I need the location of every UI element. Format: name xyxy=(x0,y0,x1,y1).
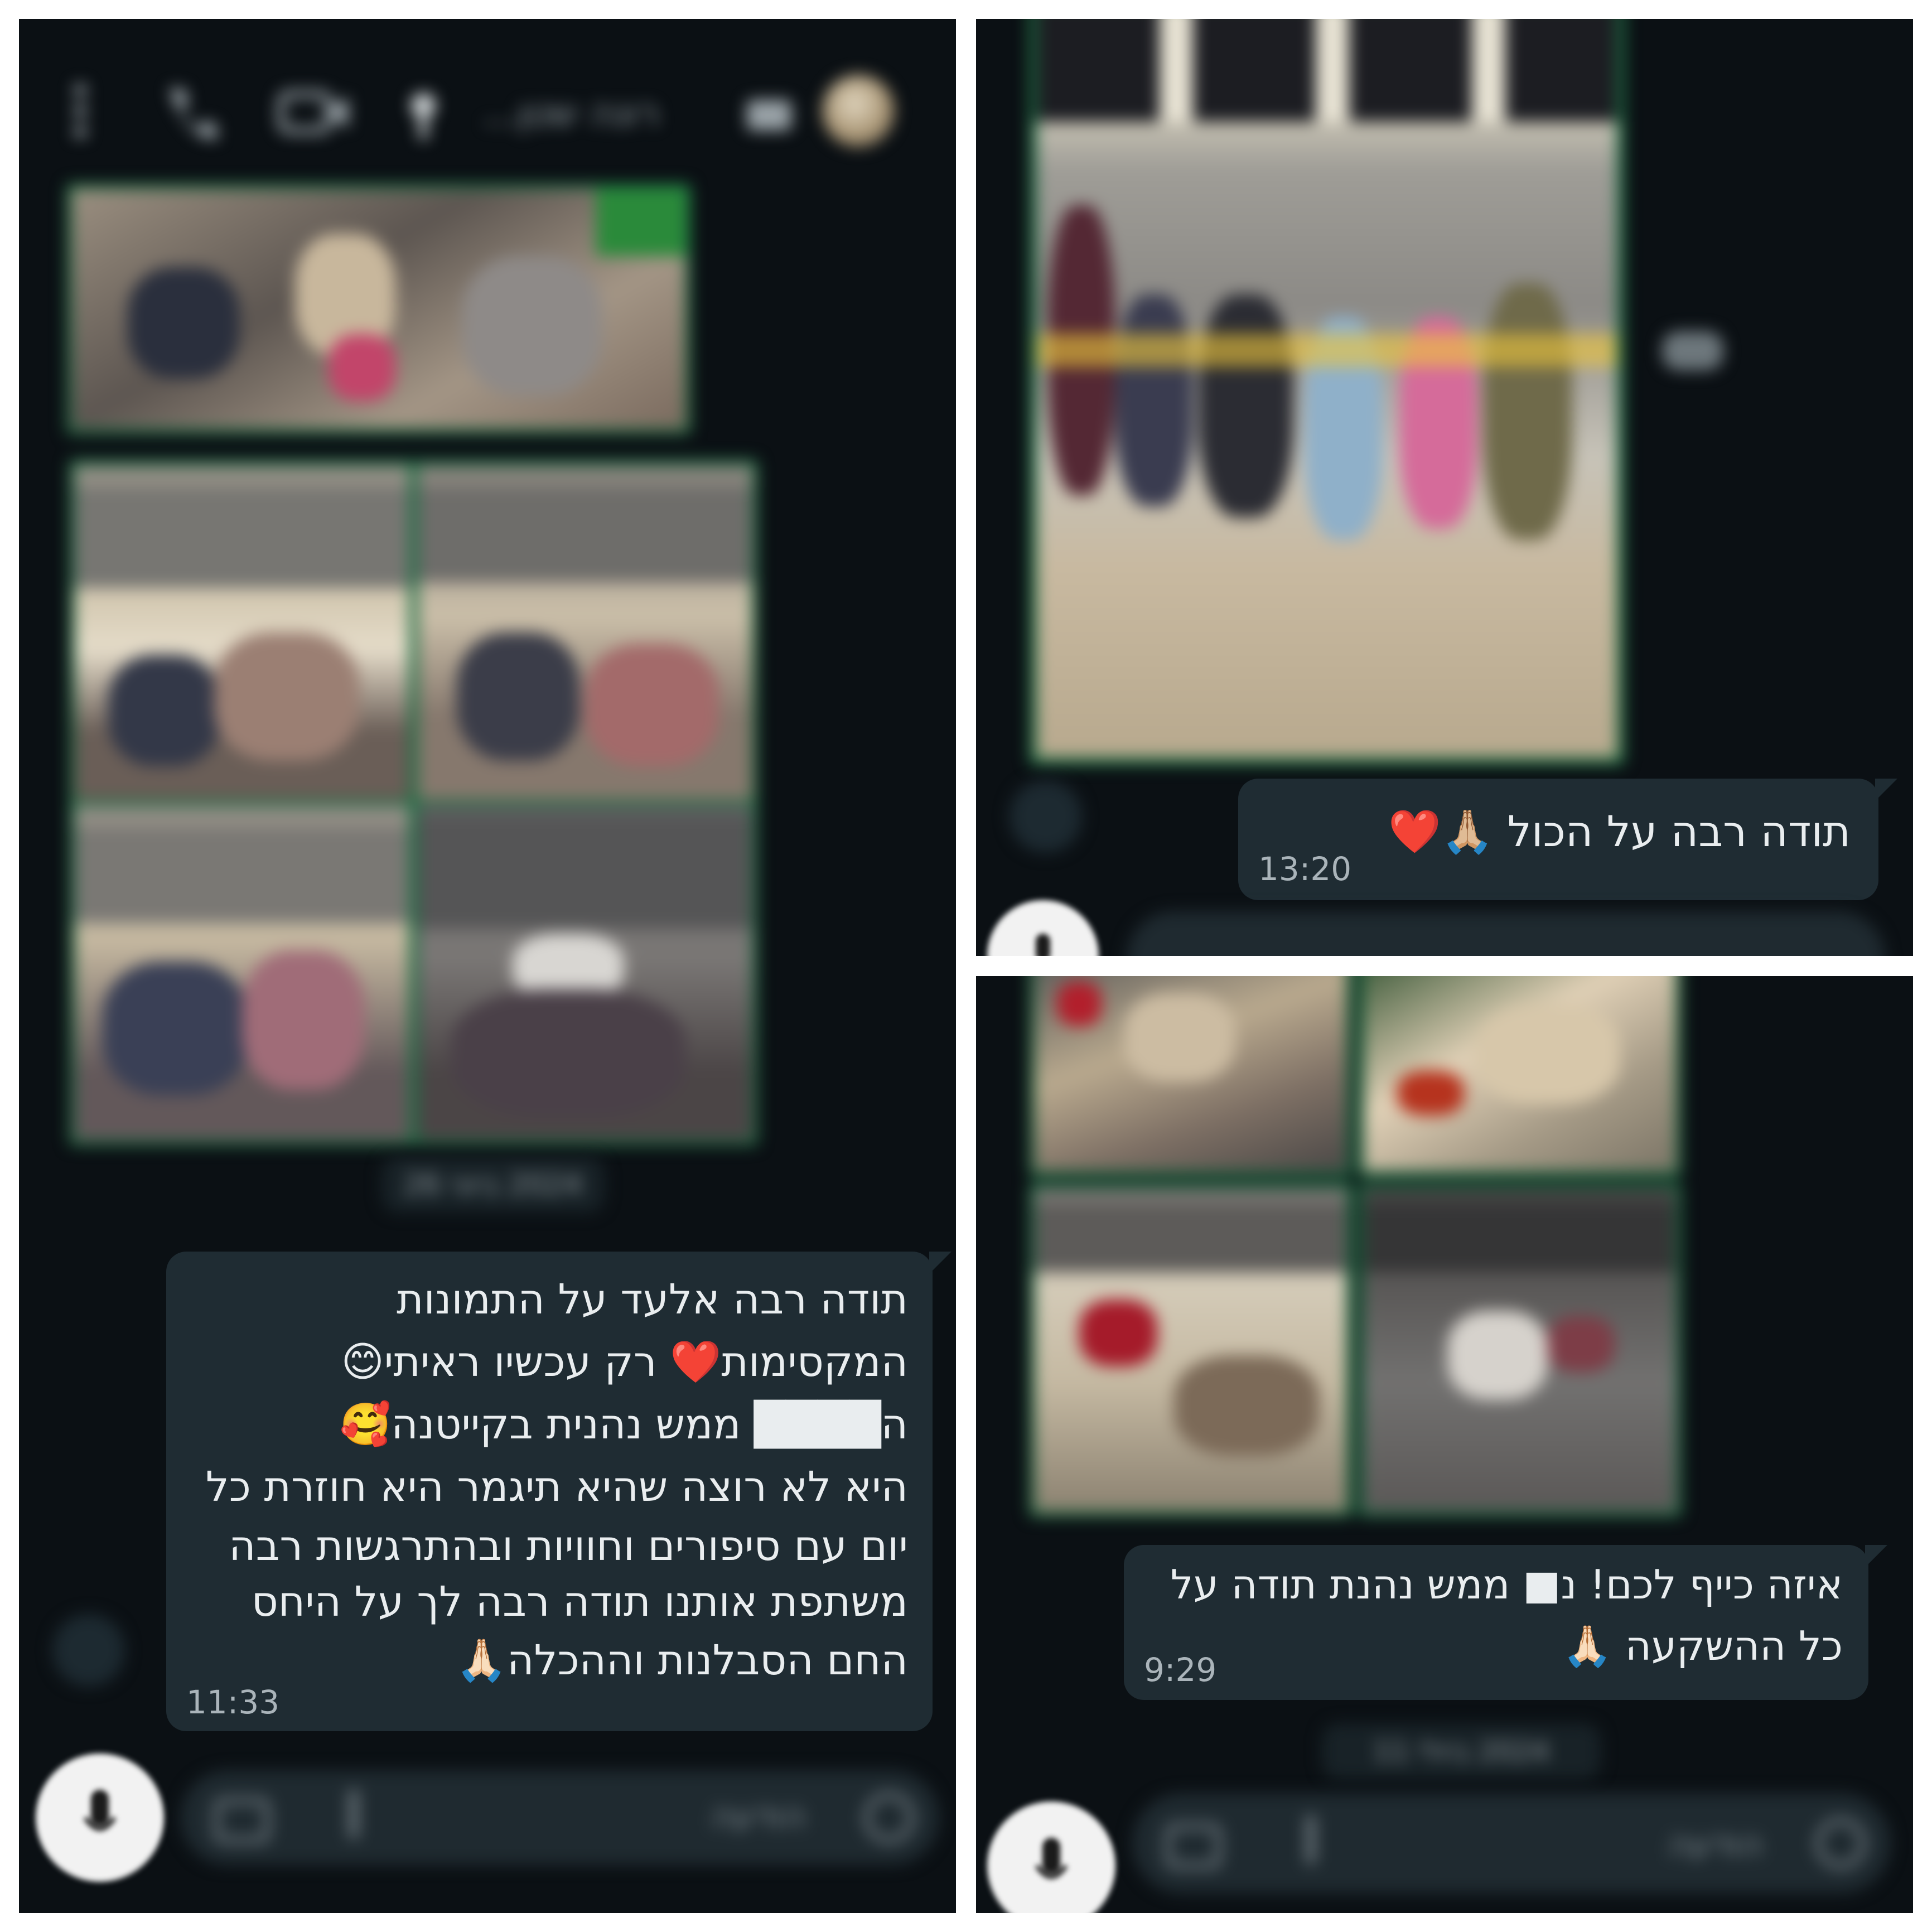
avatar[interactable] xyxy=(822,75,895,147)
message-time: 11:33 xyxy=(186,1683,280,1721)
message-bubble: איזה כייף לכם! נ■ ממש נהנת תודה על כל הה… xyxy=(1124,1545,1887,1700)
shared-photo[interactable] xyxy=(1358,976,1682,1177)
message-line: יום עם סיפורים וחוויות ובהתרגשות רבה xyxy=(229,1522,908,1570)
phone-icon[interactable] xyxy=(158,80,220,142)
message-line: המקסימות❤️ רק עכשיו ראיתי😊 xyxy=(341,1338,908,1386)
message-line: איזה כייף לכם! נ■ ממש נהנת תודה על xyxy=(1170,1561,1843,1608)
shared-photo[interactable] xyxy=(69,800,415,1146)
chat-header: רונה שטן... xyxy=(19,69,956,147)
video-call-icon[interactable] xyxy=(276,80,354,142)
message-input[interactable] xyxy=(1127,911,1885,956)
chat-icon xyxy=(747,100,791,131)
shared-photo[interactable] xyxy=(69,460,415,805)
camera-icon[interactable] xyxy=(214,1793,270,1843)
mic-button[interactable] xyxy=(987,1801,1115,1913)
input-placeholder: הודעה xyxy=(711,1795,806,1836)
shared-photo[interactable] xyxy=(66,183,691,434)
message-line: כל ההשקעה 🙏🏻 xyxy=(1562,1622,1843,1669)
message-line: היא לא רוצה שהיא תיגמר היא חוזרת כל xyxy=(205,1463,908,1511)
message-line: ה████ ממש נהנית בקייטנה🥰 xyxy=(340,1400,908,1448)
shared-photo[interactable] xyxy=(412,460,758,805)
pin-icon xyxy=(411,93,436,139)
message-input[interactable]: הודעה xyxy=(181,1770,939,1865)
shared-photo[interactable] xyxy=(1029,976,1353,1177)
shared-photo[interactable] xyxy=(1358,1182,1682,1517)
date-chip: 2024 ביוני 26 xyxy=(381,1157,605,1213)
mic-button[interactable] xyxy=(36,1754,164,1882)
chat-screenshot-bottom-right: איזה כייף לכם! נ■ ממש נהנת תודה על כל הה… xyxy=(976,976,1913,1913)
emoji-icon[interactable] xyxy=(861,1790,917,1846)
message-bubble: תודה רבה על הכול 🙏🏼❤️ 13:20 xyxy=(1238,779,1897,900)
message-time: 9:29 xyxy=(1144,1651,1217,1689)
input-placeholder: הודעה xyxy=(1668,1824,1763,1865)
attach-icon[interactable] xyxy=(1294,1815,1327,1871)
shared-photo[interactable] xyxy=(412,800,758,1146)
message-line: משתפת אותנו תודה רבה לך על היחס xyxy=(251,1578,908,1626)
mic-icon xyxy=(83,1790,117,1831)
attach-icon[interactable] xyxy=(337,1790,370,1846)
camera-icon[interactable] xyxy=(1166,1818,1221,1868)
message-bubble: תודה רבה אלעד על התמונות המקסימות❤️ רק ע… xyxy=(166,1252,951,1731)
message-input[interactable]: הודעה xyxy=(1132,1793,1891,1894)
mic-icon xyxy=(1036,934,1050,956)
message-text: תודה רבה אלעד על התמונות המקסימות❤️ רק ע… xyxy=(183,1268,908,1691)
chat-screenshot-top-right: תודה רבה על הכול 🙏🏼❤️ 13:20 xyxy=(976,19,1913,956)
message-line: החם הסבלנות וההכלה🙏🏻 xyxy=(455,1636,908,1684)
message-time: 13:20 xyxy=(1258,850,1352,888)
chat-screenshot-left: רונה שטן... 2024 ביוני 26 תודה רבה אלעד … xyxy=(19,19,956,1913)
contact-name[interactable]: רונה שטן... xyxy=(454,91,688,134)
forward-icon[interactable] xyxy=(1010,780,1082,853)
menu-dots-icon[interactable] xyxy=(69,80,91,142)
shared-photo[interactable] xyxy=(1029,1182,1353,1517)
message-text: איזה כייף לכם! נ■ ממש נהנת תודה על כל הה… xyxy=(1140,1554,1843,1677)
forward-icon[interactable] xyxy=(52,1614,125,1687)
mic-icon xyxy=(1035,1838,1068,1879)
emoji-icon[interactable] xyxy=(1813,1815,1868,1871)
shared-photo[interactable] xyxy=(1029,19,1625,765)
message-text: תודה רבה על הכול 🙏🏼❤️ xyxy=(1388,806,1851,856)
mic-button[interactable] xyxy=(987,900,1099,956)
date-chip: 2024 ביולי 11 xyxy=(1322,1723,1601,1779)
message-line: תודה רבה אלעד על התמונות xyxy=(397,1276,908,1324)
